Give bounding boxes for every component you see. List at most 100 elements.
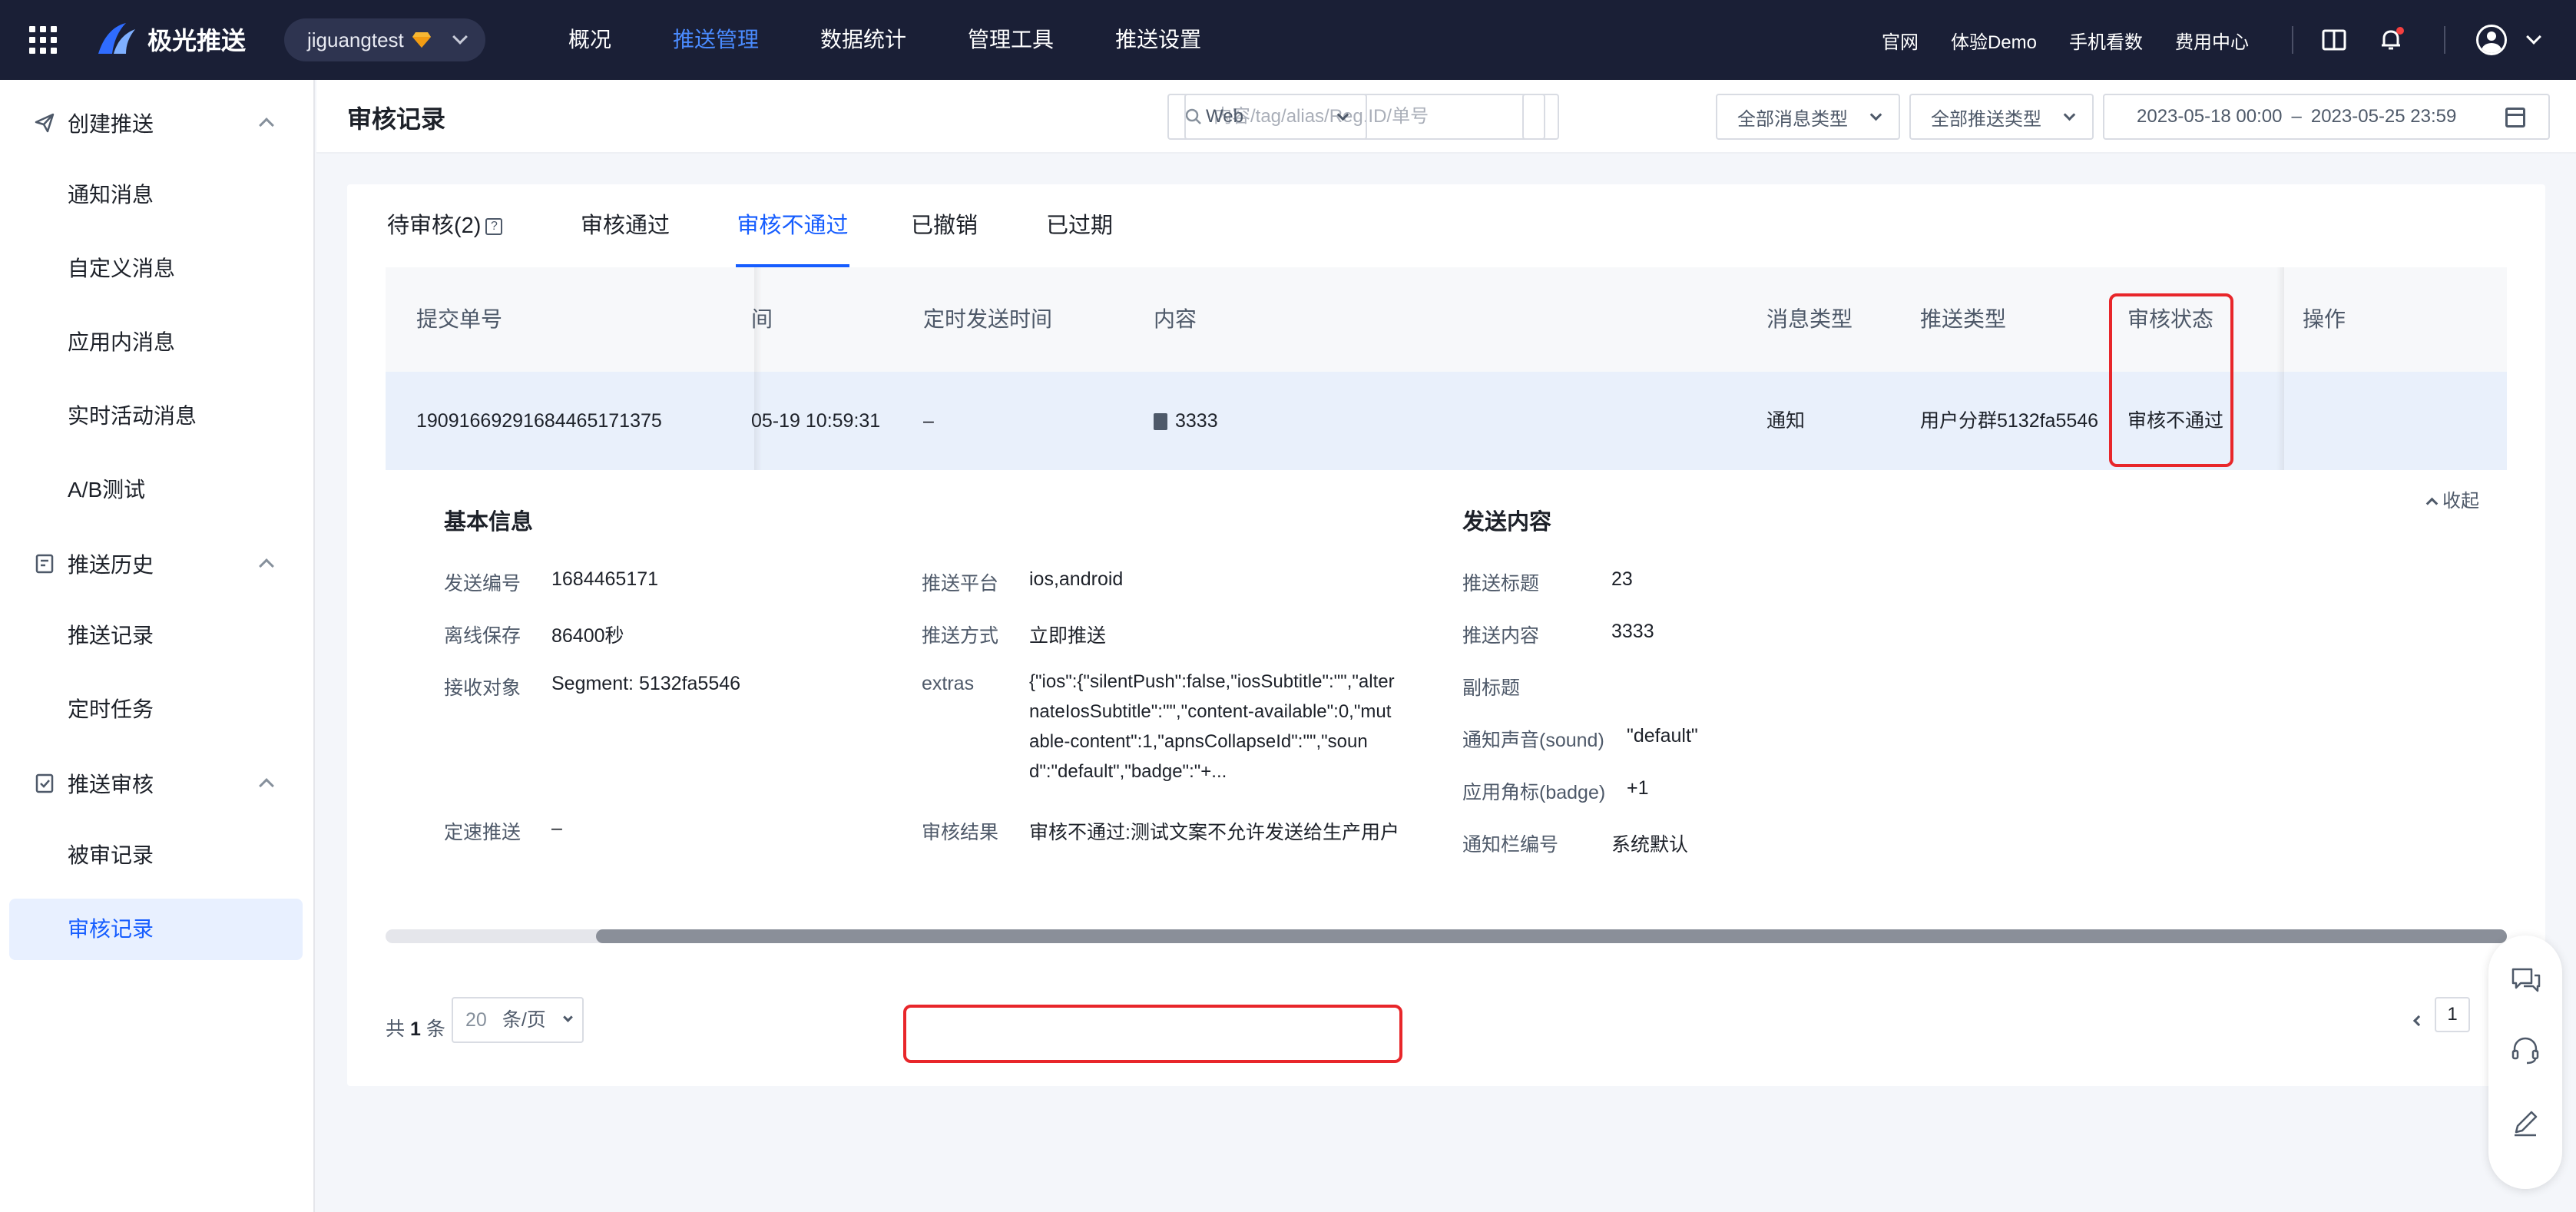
detail-label: 推送方式 (922, 625, 999, 647)
page-size-select[interactable]: 20 条/页 (452, 997, 584, 1043)
sidebar: 创建推送 通知消息 自定义消息 应用内消息 实时活动消息 A/B测试 推送历史 … (0, 80, 315, 1212)
document-icon (1154, 413, 1167, 431)
detail-label: 发送编号 (444, 573, 521, 594)
cell-order-no: 19091669291684465171375 (416, 410, 662, 432)
divider (2292, 26, 2293, 54)
message-type-select[interactable]: 全部消息类型 (1716, 94, 1900, 140)
detail-label: extras (922, 673, 975, 694)
sidebar-group-push-audit[interactable]: 推送审核 (0, 747, 315, 820)
jiguang-logo-icon (98, 23, 135, 54)
push-type-select-value: 全部推送类型 (1931, 108, 2041, 130)
tab-rejected[interactable]: 审核不通过 (736, 184, 849, 267)
nav-overview[interactable]: 概况 (538, 0, 642, 80)
chevron-up-icon (259, 778, 274, 793)
sidebar-item-in-app-message[interactable]: 应用内消息 (9, 312, 303, 373)
fixed-column-shadow (2276, 267, 2284, 372)
tab-revoked[interactable]: 已撤销 (911, 184, 978, 267)
basic-info-title: 基本信息 (444, 510, 534, 535)
main-nav: 概况 推送管理 数据统计 管理工具 推送设置 (538, 0, 1232, 80)
link-official-site[interactable]: 官网 (1882, 27, 1919, 54)
link-mobile[interactable]: 手机看数 (2069, 27, 2143, 54)
records-card: 待审核(2)? 审核通过 审核不通过 已撤销 已过期 提交单号 间 定时发送时间… (347, 184, 2545, 1086)
page-title: 审核记录 (347, 105, 446, 133)
sidebar-group-label: 创建推送 (68, 112, 154, 136)
top-right-links: 官网 体验Demo 手机看数 费用中心 (1849, 0, 2576, 80)
detail-label: 推送标题 (1462, 573, 1540, 594)
divider (2444, 26, 2445, 54)
message-type-select-value: 全部消息类型 (1737, 108, 1848, 130)
detail-value: 1684465171 (551, 568, 659, 590)
top-navigation-bar: 极光推送 jiguangtest 概况 推送管理 数据统计 管理工具 推送设置 … (0, 0, 2576, 80)
page-size-unit: 条/页 (502, 1009, 546, 1031)
status-tabs: 待审核(2)? 审核通过 审核不通过 已撤销 已过期 (347, 184, 2545, 267)
audit-result-value: 审核不通过:测试文案不允许发送给生产用户 (1029, 822, 1399, 843)
app-name: jiguangtest (307, 28, 404, 51)
sidebar-item-scheduled-tasks[interactable]: 定时任务 (9, 679, 303, 740)
sidebar-item-live-activity[interactable]: 实时活动消息 (9, 386, 303, 447)
audit-icon (35, 773, 54, 793)
fixed-column-shadow (2276, 372, 2284, 470)
page-header: 审核记录 Web 全部消息类型 全部推送类型 2023-05-18 00:00 … (316, 80, 2576, 154)
logo[interactable]: 极光推送 (95, 22, 246, 57)
link-billing[interactable]: 费用中心 (2175, 27, 2249, 54)
sidebar-item-audit-records[interactable]: 审核记录 (9, 899, 303, 960)
tab-approved[interactable]: 审核通过 (581, 184, 670, 267)
tab-pending[interactable]: 待审核(2)? (387, 184, 503, 267)
column-order-no: 提交单号 (416, 307, 503, 331)
chevron-down-icon (563, 1012, 573, 1022)
nav-tools[interactable]: 管理工具 (937, 0, 1084, 80)
send-content-title: 发送内容 (1462, 510, 1552, 535)
cell-push-type: 用户分群5132fa5546 (1920, 410, 2099, 432)
detail-label: 接收对象 (444, 677, 521, 699)
detail-value: – (551, 817, 562, 839)
cell-content-text: 3333 (1175, 410, 1218, 432)
tab-pending-label: 待审核(2) (387, 214, 482, 238)
sidebar-item-push-records[interactable]: 推送记录 (9, 605, 303, 667)
collapse-button[interactable]: 收起 (2428, 485, 2479, 512)
calendar-icon (2505, 108, 2525, 127)
chevron-down-icon[interactable] (2526, 29, 2541, 45)
tab-expired[interactable]: 已过期 (1046, 184, 1113, 267)
sidebar-group-label: 推送历史 (68, 553, 154, 577)
link-demo[interactable]: 体验Demo (1951, 27, 2037, 54)
book-icon[interactable] (2321, 27, 2347, 53)
platform-select[interactable]: Web (1184, 94, 1367, 140)
push-type-select[interactable]: 全部推送类型 (1909, 94, 2094, 140)
nav-settings[interactable]: 推送设置 (1084, 0, 1232, 80)
chevron-left-icon[interactable] (2412, 1015, 2425, 1027)
total-suffix: 条 (425, 1018, 445, 1040)
fixed-column-shadow (754, 267, 762, 372)
cell-content[interactable]: 3333 (1154, 372, 1218, 470)
edit-icon[interactable] (2508, 1106, 2542, 1140)
headset-icon[interactable] (2508, 1034, 2542, 1068)
chevron-down-icon (452, 29, 468, 45)
detail-label: 定速推送 (444, 822, 521, 843)
detail-value: ios,android (1029, 568, 1124, 590)
chat-icon[interactable] (2508, 963, 2542, 997)
cell-scheduled-time: – (923, 410, 934, 432)
detail-value: 3333 (1611, 621, 1654, 642)
column-content: 内容 (1154, 307, 1197, 331)
scrollbar-thumb[interactable] (596, 929, 2507, 943)
app-grid-icon[interactable] (29, 26, 57, 54)
nav-push-management[interactable]: 推送管理 (642, 0, 790, 80)
sidebar-item-audited-records[interactable]: 被审记录 (9, 825, 303, 886)
help-icon[interactable]: ? (485, 218, 503, 236)
cell-submit-time: 05-19 10:59:31 (751, 410, 881, 432)
avatar[interactable] (2476, 25, 2507, 55)
gem-icon (412, 32, 431, 48)
horizontal-scrollbar[interactable] (386, 929, 2507, 943)
sidebar-group-push-history[interactable]: 推送历史 (0, 527, 315, 601)
page-size-value: 20 (465, 1009, 487, 1031)
nav-statistics[interactable]: 数据统计 (790, 0, 937, 80)
app-selector[interactable]: jiguangtest (284, 18, 485, 61)
sidebar-group-label: 推送审核 (68, 773, 154, 796)
sidebar-group-create-push[interactable]: 创建推送 (0, 86, 315, 160)
page-number-current[interactable]: 1 (2435, 997, 2470, 1032)
chevron-up-icon (259, 118, 274, 133)
sidebar-item-custom-message[interactable]: 自定义消息 (9, 238, 303, 300)
date-range-picker[interactable]: 2023-05-18 00:00 – 2023-05-25 23:59 (2103, 94, 2550, 140)
sidebar-item-notification[interactable]: 通知消息 (9, 164, 303, 226)
sidebar-item-ab-test[interactable]: A/B测试 (9, 459, 303, 521)
bell-icon[interactable] (2378, 27, 2404, 53)
